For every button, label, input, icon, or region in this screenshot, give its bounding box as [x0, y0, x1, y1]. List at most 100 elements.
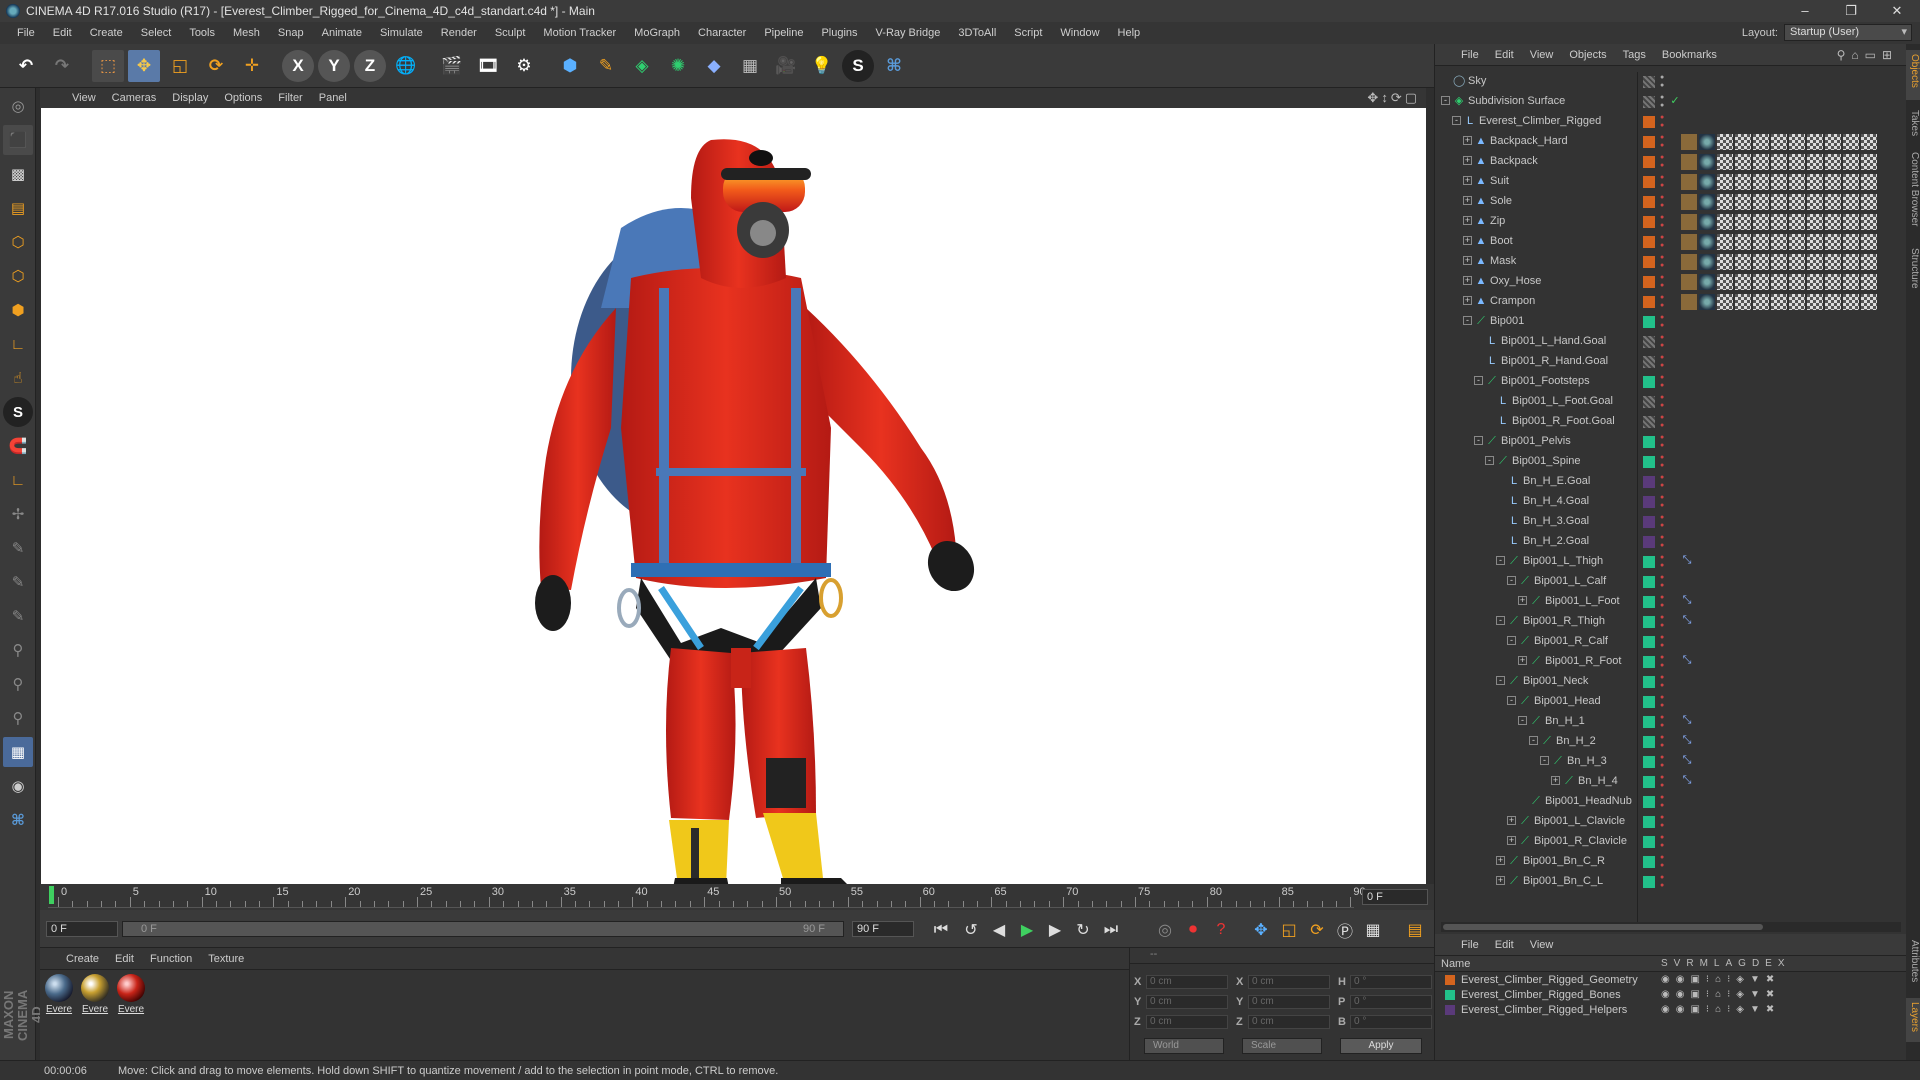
layer-color-swatch[interactable]	[1643, 116, 1655, 128]
menu-select[interactable]: Select	[132, 22, 181, 44]
expand-toggle[interactable]: -	[1496, 616, 1505, 625]
sketch-icon[interactable]: S	[842, 49, 874, 82]
menu-help[interactable]: Help	[1109, 22, 1150, 44]
viewport-menu-display[interactable]: Display	[164, 92, 216, 104]
sculpt-tool-2-icon[interactable]: ✎	[3, 533, 33, 563]
visibility-dots-icon[interactable]: ● ●	[1660, 294, 1666, 310]
close-button[interactable]: ✕	[1874, 0, 1920, 22]
move-tool-icon[interactable]: ✥	[128, 49, 160, 82]
scale-tool-icon[interactable]: ◱	[164, 50, 196, 82]
uvw-tag-icon[interactable]	[1789, 254, 1805, 270]
object-manager-scrollbar[interactable]	[1441, 922, 1901, 932]
uvw-tag-icon[interactable]	[1789, 194, 1805, 210]
ik-tag-icon[interactable]: ⤡	[1681, 654, 1693, 666]
z-axis-lock-icon[interactable]: Z	[354, 49, 386, 82]
camera-icon[interactable]: 🎥	[770, 50, 802, 82]
uvw-tag-icon[interactable]	[1735, 134, 1751, 150]
uvw-tag-icon[interactable]	[1717, 214, 1733, 230]
visibility-dots-icon[interactable]: ● ●	[1660, 814, 1666, 830]
tab-objects[interactable]: Objects	[1906, 50, 1920, 100]
uvw-tag-icon[interactable]	[1825, 234, 1841, 250]
uvw-tag-icon[interactable]	[1843, 234, 1859, 250]
phong-tag-icon[interactable]	[1681, 254, 1697, 270]
expand-toggle[interactable]: +	[1463, 176, 1472, 185]
object-row[interactable]: - ⟋ Bip001_Neck ● ●	[1435, 672, 1907, 692]
layer-toggle-icons[interactable]: ◉◉▣⁝⌂⁝◈▼✖	[1661, 974, 1780, 985]
expand-toggle[interactable]: -	[1441, 96, 1450, 105]
object-row[interactable]: L Bn_H_2.Goal ● ●	[1435, 532, 1907, 552]
layer-color-swatch[interactable]	[1643, 436, 1655, 448]
sculpt-tool-1-icon[interactable]: ✢	[3, 499, 33, 529]
object-row[interactable]: + ▲ Mask ● ●	[1435, 252, 1907, 272]
solo-mode-icon[interactable]: S	[3, 397, 33, 427]
expand-toggle[interactable]: -	[1507, 696, 1516, 705]
position-x-field[interactable]: 0 cm	[1146, 975, 1228, 989]
workplane-icon[interactable]: ∟	[3, 465, 33, 495]
layer-color-swatch[interactable]	[1643, 676, 1655, 688]
uvw-tag-icon[interactable]	[1717, 274, 1733, 290]
object-row[interactable]: L Bn_H_3.Goal ● ●	[1435, 512, 1907, 532]
python-script-icon[interactable]: ⌘	[3, 805, 33, 835]
object-row[interactable]: L Bip001_L_Hand.Goal ● ●	[1435, 332, 1907, 352]
uvw-tag-icon[interactable]	[1771, 234, 1787, 250]
uvw-tag-icon[interactable]	[1807, 234, 1823, 250]
uvw-tag-icon[interactable]	[1753, 134, 1769, 150]
phong-tag-icon[interactable]	[1681, 174, 1697, 190]
uvw-tag-icon[interactable]	[1807, 174, 1823, 190]
menu-snap[interactable]: Snap	[269, 22, 313, 44]
material-menu-edit[interactable]: Edit	[107, 953, 142, 965]
material-item[interactable]: Evere	[116, 974, 146, 1015]
go-to-start-icon[interactable]: ⏮	[928, 917, 954, 943]
rotation-b-field[interactable]: 0 °	[1350, 1015, 1432, 1029]
layer-color-swatch[interactable]	[1643, 156, 1655, 168]
material-menu-function[interactable]: Function	[142, 953, 200, 965]
menu-sculpt[interactable]: Sculpt	[486, 22, 535, 44]
layer-color-swatch[interactable]	[1643, 396, 1655, 408]
layer-color-swatch[interactable]	[1643, 496, 1655, 508]
uvw-tag-icon[interactable]	[1843, 174, 1859, 190]
paint-icon[interactable]: ▦	[3, 737, 33, 767]
uvw-tag-icon[interactable]	[1861, 174, 1877, 190]
material-tag-icon[interactable]	[1699, 194, 1715, 210]
phong-tag-icon[interactable]	[1681, 274, 1697, 290]
previous-key-icon[interactable]: ↺	[958, 917, 984, 943]
playhead[interactable]	[49, 886, 54, 904]
layer-menu-file[interactable]: File	[1453, 939, 1487, 951]
uvw-tag-icon[interactable]	[1825, 274, 1841, 290]
expand-toggle[interactable]: +	[1507, 816, 1516, 825]
uvw-tag-icon[interactable]	[1789, 294, 1805, 310]
uvw-tag-icon[interactable]	[1825, 254, 1841, 270]
uvw-tag-icon[interactable]	[1717, 174, 1733, 190]
uvw-tag-icon[interactable]	[1771, 174, 1787, 190]
menu-motion-tracker[interactable]: Motion Tracker	[534, 22, 625, 44]
layer-column-r[interactable]: R	[1686, 958, 1693, 969]
layer-color-swatch[interactable]	[1643, 356, 1655, 368]
sculpt-tool-5-icon[interactable]: ⚲	[3, 635, 33, 665]
visibility-dots-icon[interactable]: ● ●	[1660, 874, 1666, 890]
layer-color-swatch[interactable]	[1643, 296, 1655, 308]
object-row[interactable]: L Bn_H_4.Goal ● ●	[1435, 492, 1907, 512]
expand-toggle[interactable]: -	[1474, 376, 1483, 385]
visibility-dots-icon[interactable]: ● ●	[1660, 774, 1666, 790]
object-row[interactable]: - ⟋ Bip001_Pelvis ● ●	[1435, 432, 1907, 452]
visibility-dots-icon[interactable]: ● ●	[1660, 114, 1666, 130]
object-row[interactable]: - ⟋ Bn_H_2 ● ● ⤡	[1435, 732, 1907, 752]
layer-color-swatch[interactable]	[1643, 776, 1655, 788]
layer-color-swatch[interactable]	[1643, 756, 1655, 768]
visibility-dots-icon[interactable]: ● ●	[1660, 514, 1666, 530]
enabled-check-icon[interactable]: ✓	[1669, 95, 1681, 107]
layer-color-swatch[interactable]	[1643, 136, 1655, 148]
visibility-dots-icon[interactable]: ● ●	[1660, 154, 1666, 170]
visibility-dots-icon[interactable]: ● ●	[1660, 174, 1666, 190]
go-to-end-icon[interactable]: ⏭	[1098, 917, 1124, 943]
uvw-tag-icon[interactable]	[1753, 254, 1769, 270]
layer-color-swatch[interactable]	[1445, 974, 1455, 985]
rotate-tool-icon[interactable]: ⟳	[200, 50, 232, 82]
menu-plugins[interactable]: Plugins	[812, 22, 866, 44]
uvw-tag-icon[interactable]	[1789, 234, 1805, 250]
material-menu-create[interactable]: Create	[58, 953, 107, 965]
ik-tag-icon[interactable]: ⤡	[1681, 734, 1693, 746]
redo-icon[interactable]: ↷	[46, 50, 78, 82]
scrollbar-thumb[interactable]	[1443, 924, 1763, 930]
expand-toggle[interactable]: -	[1496, 556, 1505, 565]
